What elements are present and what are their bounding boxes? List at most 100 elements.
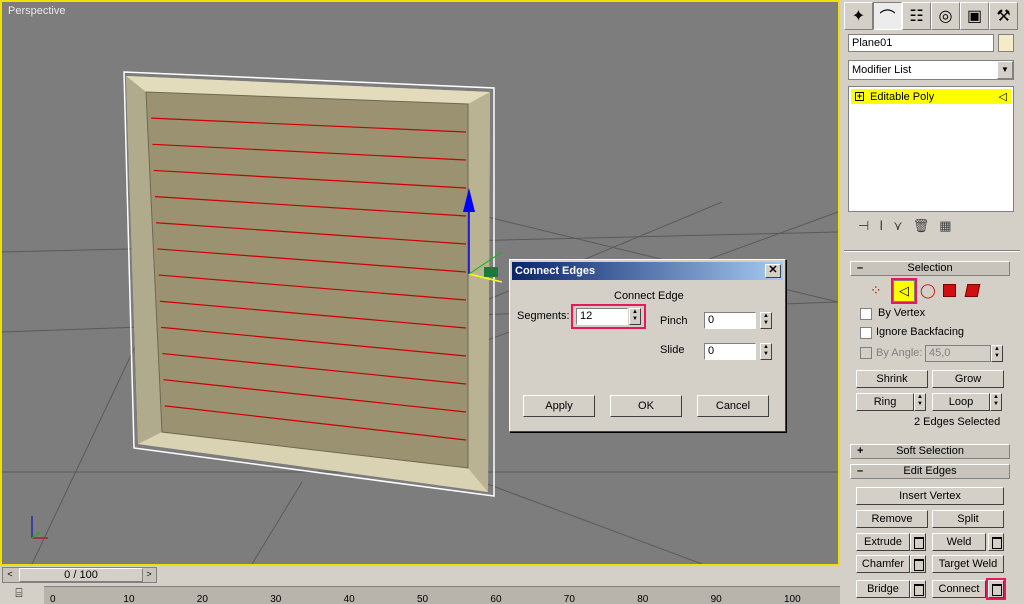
- configure-sets-icon[interactable]: ▦: [939, 218, 951, 238]
- display-tab-icon[interactable]: ▣: [960, 2, 989, 30]
- modifier-list-label: Modifier List: [852, 64, 912, 76]
- remove-modifier-icon[interactable]: 🗑: [913, 218, 930, 238]
- command-panel-tabs: ✦ ⌒ ☷ ◎ ▣ ⚒: [844, 2, 1020, 30]
- slide-spinner[interactable]: ▲ ▼: [760, 343, 772, 360]
- edit-edges-rollout-header[interactable]: – Edit Edges: [850, 464, 1010, 479]
- close-icon[interactable]: ✕: [765, 264, 781, 278]
- selection-rollout-title: Selection: [907, 262, 953, 274]
- loop-spinner[interactable]: ▲ ▼: [990, 393, 1002, 411]
- remove-button[interactable]: Remove: [856, 510, 928, 528]
- insert-vertex-button[interactable]: Insert Vertex: [856, 487, 1004, 505]
- frame-tick-label: 80: [637, 594, 649, 604]
- pinch-spinner[interactable]: ▲ ▼: [760, 312, 772, 329]
- slide-label: Slide: [660, 344, 685, 356]
- selection-status: 2 Edges Selected: [914, 416, 1001, 428]
- border-mode-icon[interactable]: ◯: [920, 282, 936, 299]
- object-name-field[interactable]: Plane01: [848, 34, 994, 52]
- hierarchy-tab-icon[interactable]: ☷: [902, 2, 931, 30]
- cancel-button[interactable]: Cancel: [697, 395, 769, 417]
- frame-tick-label: 60: [490, 594, 502, 604]
- pin-stack-icon[interactable]: ⊣: [858, 218, 869, 238]
- frame-tick-label: 90: [710, 594, 722, 604]
- dialog-title: Connect Edges: [515, 265, 596, 277]
- split-button[interactable]: Split: [932, 510, 1004, 528]
- soft-selection-title: Soft Selection: [896, 445, 964, 457]
- by-angle-field[interactable]: 45,0: [925, 345, 991, 362]
- segments-highlight: [571, 304, 646, 329]
- element-mode-icon[interactable]: [964, 284, 981, 297]
- modify-tab-icon[interactable]: ⌒: [873, 2, 902, 30]
- by-angle-spinner[interactable]: ▲ ▼: [991, 345, 1003, 362]
- target-weld-button[interactable]: Target Weld: [932, 555, 1004, 573]
- frame-tick-label: 70: [563, 594, 575, 604]
- frame-tick-label: 50: [417, 594, 429, 604]
- soft-selection-rollout-header[interactable]: + Soft Selection: [850, 444, 1010, 459]
- weld-settings-icon[interactable]: [988, 533, 1004, 551]
- frame-right-bevel: [468, 92, 490, 492]
- stack-toolbar: ⊣ Ⅰ ⋎ 🗑 ▦: [848, 218, 1014, 238]
- pinch-field[interactable]: 0: [704, 312, 756, 329]
- extrude-settings-icon[interactable]: [910, 533, 926, 551]
- chamfer-button[interactable]: Chamfer: [856, 555, 910, 573]
- segments-label: Segments:: [517, 310, 570, 322]
- frame-tick-label: 30: [270, 594, 282, 604]
- shrink-button[interactable]: Shrink: [856, 370, 928, 388]
- time-slider-thumb[interactable]: 0 / 100: [19, 568, 143, 582]
- connect-button[interactable]: Connect: [932, 580, 986, 598]
- frame-tick-label: 20: [196, 594, 208, 604]
- loop-button[interactable]: Loop: [932, 393, 990, 411]
- ok-button[interactable]: OK: [610, 395, 682, 417]
- bridge-settings-icon[interactable]: [910, 580, 926, 598]
- apply-button[interactable]: Apply: [523, 395, 595, 417]
- frame-tick-label: 0: [50, 594, 56, 604]
- modifier-list-dropdown[interactable]: Modifier List ▼: [848, 60, 1014, 80]
- prev-frame-icon[interactable]: <: [3, 568, 17, 582]
- modifier-stack[interactable]: + Editable Poly ◁: [848, 86, 1014, 212]
- edge-mode-highlight: [891, 278, 917, 304]
- panel-divider: [844, 250, 1020, 252]
- slide-field[interactable]: 0: [704, 343, 756, 360]
- frame-tick-label: 100: [784, 594, 801, 604]
- bridge-button[interactable]: Bridge: [856, 580, 910, 598]
- chevron-down-icon[interactable]: ▼: [997, 61, 1013, 79]
- vertex-mode-icon[interactable]: ⁘: [870, 282, 882, 299]
- show-end-result-icon[interactable]: Ⅰ: [879, 218, 883, 238]
- frame-tick-label: 10: [123, 594, 135, 604]
- ignore-backfacing-checkbox[interactable]: [860, 327, 872, 339]
- connect-edges-dialog: Connect Edges ✕ Connect Edge Segments: 1…: [509, 259, 786, 432]
- ring-button[interactable]: Ring: [856, 393, 914, 411]
- make-unique-icon[interactable]: ⋎: [893, 218, 903, 238]
- connect-edge-group-label: Connect Edge: [614, 290, 684, 302]
- stack-item-label: Editable Poly: [870, 90, 935, 103]
- weld-button[interactable]: Weld: [932, 533, 986, 551]
- by-angle-label: By Angle:: [876, 347, 923, 359]
- ignore-backfacing-label: Ignore Backfacing: [876, 326, 965, 338]
- create-tab-icon[interactable]: ✦: [844, 2, 873, 30]
- next-frame-icon[interactable]: >: [142, 568, 156, 582]
- expand-plus-icon[interactable]: +: [855, 92, 864, 101]
- stack-item-editable-poly[interactable]: + Editable Poly ◁: [851, 89, 1011, 104]
- key-filter-icon[interactable]: ⌸: [6, 586, 32, 602]
- chamfer-settings-icon[interactable]: [910, 555, 926, 573]
- utilities-tab-icon[interactable]: ⚒: [989, 2, 1018, 30]
- polygon-mode-icon[interactable]: [943, 284, 956, 297]
- dialog-title-bar[interactable]: Connect Edges ✕: [512, 262, 783, 280]
- motion-tab-icon[interactable]: ◎: [931, 2, 960, 30]
- time-slider[interactable]: < 0 / 100 >: [2, 567, 157, 583]
- command-panel: ✦ ⌒ ☷ ◎ ▣ ⚒ Plane01 Modifier List ▼ + Ed…: [840, 0, 1024, 604]
- timeline: < 0 / 100 > ⌸ 0 10 20 30 40 50 60 70 80 90 100: [0, 566, 840, 604]
- ring-spinner[interactable]: ▲ ▼: [914, 393, 926, 411]
- pinch-label: Pinch: [660, 315, 688, 327]
- inner-panel: [145, 91, 469, 469]
- edge-subobject-icon: ◁: [998, 91, 1007, 103]
- frame-tick-label: 40: [343, 594, 355, 604]
- by-vertex-checkbox[interactable]: [860, 308, 872, 320]
- grow-button[interactable]: Grow: [932, 370, 1004, 388]
- edit-edges-title: Edit Edges: [903, 465, 957, 477]
- by-angle-checkbox[interactable]: [860, 347, 872, 359]
- selection-rollout-header[interactable]: – Selection: [850, 261, 1010, 276]
- object-color-swatch[interactable]: [998, 34, 1014, 52]
- frame-ruler[interactable]: 0 10 20 30 40 50 60 70 80 90 100: [44, 586, 840, 604]
- viewport-label[interactable]: Perspective: [8, 5, 65, 17]
- extrude-button[interactable]: Extrude: [856, 533, 910, 551]
